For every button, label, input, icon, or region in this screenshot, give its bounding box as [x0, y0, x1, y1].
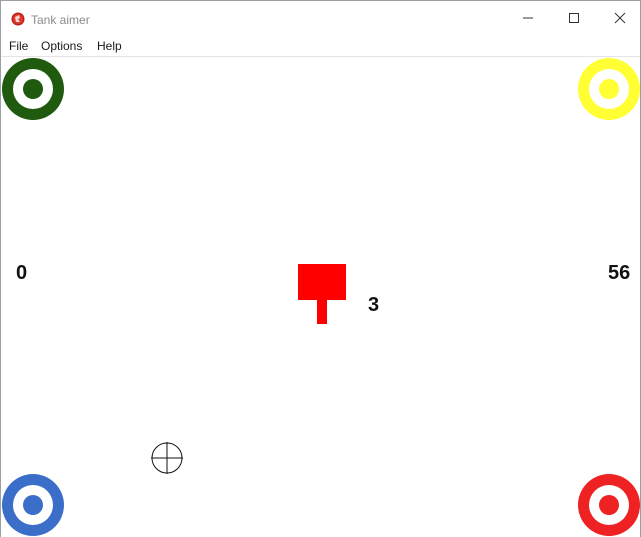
- maximize-button[interactable]: [551, 1, 597, 35]
- maximize-icon: [569, 13, 579, 23]
- menu-help[interactable]: Help: [97, 39, 122, 53]
- menu-options[interactable]: Options: [41, 39, 82, 53]
- tank-app-icon: [11, 12, 25, 26]
- minimize-icon: [523, 17, 533, 19]
- target-bottom-right[interactable]: [577, 473, 641, 537]
- tank-count: 3: [368, 294, 380, 316]
- menu-bar: File Options Help: [1, 35, 640, 57]
- target-bottom-left[interactable]: [1, 473, 65, 537]
- app-window: Tank aimer File Options Help 0 56 3: [0, 0, 641, 537]
- window-title: Tank aimer: [31, 13, 90, 27]
- close-icon: [614, 12, 626, 24]
- title-bar[interactable]: Tank aimer: [1, 1, 640, 35]
- score-right: 56: [608, 262, 631, 284]
- tank-barrel: [317, 300, 327, 324]
- target-top-left[interactable]: [1, 57, 65, 121]
- crosshair-icon: [151, 442, 183, 474]
- tank-body: [298, 264, 346, 300]
- score-left: 0: [16, 262, 28, 284]
- target-top-right[interactable]: [577, 57, 641, 121]
- minimize-button[interactable]: [505, 1, 551, 35]
- close-button[interactable]: [597, 1, 641, 35]
- menu-file[interactable]: File: [9, 39, 28, 53]
- game-canvas[interactable]: 0 56 3: [1, 57, 640, 537]
